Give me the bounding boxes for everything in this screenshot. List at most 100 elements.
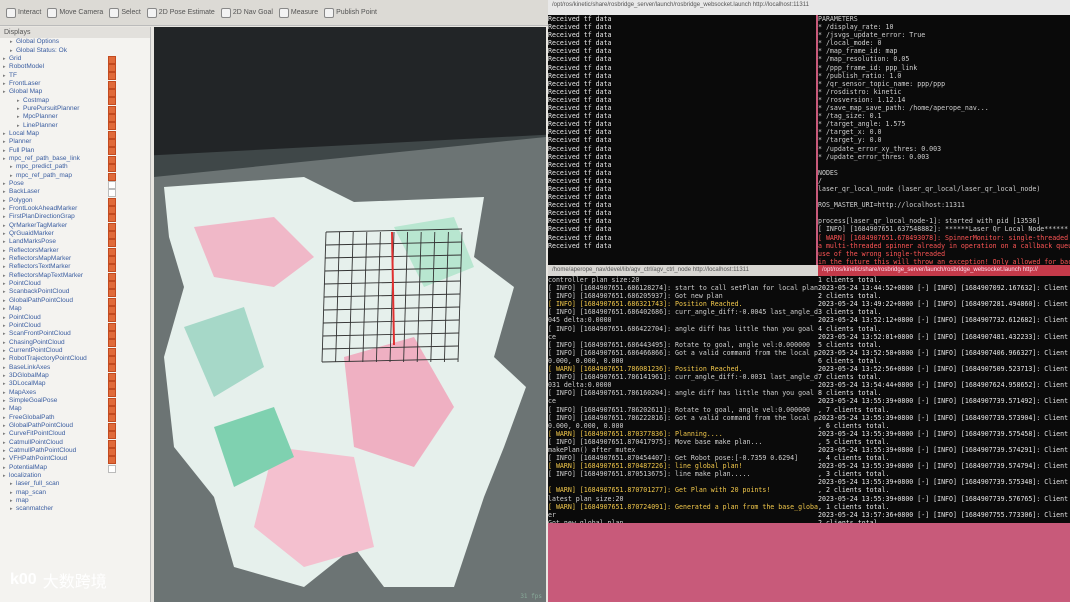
display-item-label: FreeGlobalPath [9,413,55,421]
terminal-line: 2023-05-24 13:54:44+0800 [-] [INFO] [168… [818,381,1070,390]
display-item[interactable]: ▸ RobotModel [0,63,150,73]
toolbar-tool-2[interactable]: Select [109,7,141,18]
display-item[interactable]: ▸ QrGuaidMarker [0,230,150,239]
terminal-line: , 1 clients total. [818,502,890,511]
display-item-label: PointCloud [9,280,41,288]
display-item-label: FirstPlanDirectionGrap [9,213,75,221]
terminal-tf-receiver[interactable]: Received tf data Received tf data Received… [548,15,816,265]
toolbar-tool-0[interactable]: Interact [6,7,41,18]
display-item[interactable]: ▸ map [0,497,150,505]
display-item[interactable]: ▸ RobotTrajectoryPointCloud [0,355,150,365]
display-item[interactable]: ▸ Map [0,405,150,415]
display-item[interactable]: ▸ ReflectorsMapTextMarker [0,272,150,281]
terminal-line: 4 clients total. [818,324,882,333]
toolbar-tool-1[interactable]: Move Camera [47,7,103,18]
display-item[interactable]: ▸ PotentialMap [0,464,150,473]
display-item[interactable]: ▸ ReflectorsMarker [0,247,150,256]
terminal-line: 2023-05-24 13:52:01+0800 [-] [INFO] [168… [818,332,1070,341]
display-item[interactable]: ▸ ScanbackPointCloud [0,288,150,298]
display-item[interactable]: ▸ PointCloud [0,280,150,289]
terminal-line: , 6 clients total. [818,421,890,430]
display-item[interactable]: ▸ 3DLocalMap [0,380,150,390]
display-item[interactable]: ▸ 3DGlobalMap [0,372,150,381]
display-item[interactable]: ▸ mpc_ref_path_map [0,172,150,181]
display-item[interactable]: ▸ scanmatcher [0,505,150,513]
display-item[interactable]: ▸ Grid [0,55,150,64]
display-item[interactable]: ▸ VFHPathPointCloud [0,455,150,465]
display-item[interactable]: ▸ Map [0,305,150,314]
terminal-line: a multi-threaded spinner already in oper… [818,241,1070,250]
display-item[interactable]: ▸ LandMarksPose [0,238,150,248]
display-item[interactable]: ▸ SimpleGoalPose [0,397,150,406]
display-item[interactable]: ▸ PurePursuitPlanner [0,105,150,114]
display-item[interactable]: ▸ laser_full_scan [0,480,150,488]
display-item-label: PointCloud [9,313,41,321]
display-item-label: MapAxes [9,388,37,396]
display-item-label: ReflectorsMapMarker [9,255,72,263]
toolbar-tool-5[interactable]: Measure [278,7,319,18]
display-item[interactable]: ▸ CatmullPathPointCloud [0,447,150,456]
terminal-line: * /map_frame_id: map [818,47,898,56]
display-item[interactable]: ▸ CurrentPointCloud [0,347,150,356]
display-item[interactable]: ▸ mpc_ref_path_base_link [0,155,150,164]
display-item[interactable]: ▸ Costmap [0,96,150,106]
display-item[interactable]: ▸ ReflectorsMapMarker [0,255,150,264]
display-item[interactable]: ▸ mpc_predict_path [0,163,150,173]
terminal-line: [ INFO] [1684907651.686422704]: angle di… [548,324,818,333]
3d-viewport[interactable]: 31 fps [154,27,546,602]
display-item-label: TF [9,71,17,79]
display-item[interactable]: ▸ Global Map [0,88,150,98]
toolbar-tool-label: Measure [290,9,319,16]
display-item-label: GlobalPathPointCloud [9,421,73,429]
display-item-label: Full Plan [9,146,35,154]
toolbar-tool-3[interactable]: 2D Pose Estimate [146,7,215,18]
display-item[interactable]: ▸ QrMarkerTagMarker [0,222,150,231]
display-item[interactable]: ▸ BackLaser [0,188,150,198]
terminal-agv-ctrl-window: /home/aperope_nav/devel/lib/agv_ctrl/agv… [548,265,818,523]
display-item[interactable]: ▸ LinePlanner [0,121,150,131]
display-item[interactable]: ▸ PointCloud [0,322,150,331]
terminal-line: * /display_rate: 10 [818,23,894,32]
tool-icon [220,7,231,18]
terminal-line: 3 clients total. [818,308,882,317]
display-item[interactable]: ▸ CurveFitPointCloud [0,430,150,440]
display-item[interactable]: ▸ Global Status: Ok [0,46,150,54]
toolbar-tool-6[interactable]: Publish Point [324,7,377,18]
display-item[interactable]: ▸ FirstPlanDirectionGrap [0,213,150,223]
terminal-line: in the future this will throw an excepti… [818,257,1070,265]
display-item[interactable]: ▸ CatmullPointCloud [0,439,150,448]
terminal-line: 2023-05-24 13:55:39+0800 [-] [INFO] [168… [818,429,1070,438]
terminal-line: process[laser_qr_local_node-1]: started … [818,217,1041,226]
display-item[interactable]: ▸ TF [0,71,150,81]
terminal-laser-qr-local[interactable]: PARAMETERS * /display_rate: 10 * /jsvgs_… [818,15,1070,265]
display-item[interactable]: ▸ GlobalPathPointCloud [0,297,150,306]
display-item[interactable]: ▸ Global Options [0,38,150,46]
display-item[interactable]: ▸ FrontLookAheadMarker [0,205,150,214]
toolbar-tool-label: 2D Nav Goal [232,9,273,16]
terminal-agv-ctrl[interactable]: controller plan size:20[ INFO] [16849076… [548,276,818,523]
display-item[interactable]: ▸ Polygon [0,197,150,206]
terminal-line: PARAMETERS [818,15,858,23]
display-item[interactable]: ▸ map_scan [0,489,150,497]
terminal-rosbridge[interactable]: 1 clients total. 2023-05-24 13:44:52+0800… [818,276,1070,523]
display-item[interactable]: ▸ localization [0,472,150,480]
display-item[interactable]: ▸ GlobalPathPointCloud [0,421,150,431]
display-item[interactable]: ▸ Full Plan [0,146,150,156]
display-item[interactable]: ▸ Pose [0,180,150,189]
display-item[interactable]: ▸ MapAxes [0,388,150,398]
display-item[interactable]: ▸ PointCloud [0,313,150,323]
display-item[interactable]: ▸ FreeGlobalPath [0,413,150,423]
terminal-line: Received tf data [548,201,612,210]
display-item[interactable]: ▸ MpcPlanner [0,113,150,123]
terminal-strip-title: /opt/ros/kinetic/share/rosbridge_server/… [548,0,1070,15]
display-item[interactable]: ▸ ChasingPointCloud [0,338,150,348]
toolbar-tool-4[interactable]: 2D Nav Goal [220,7,273,18]
display-item[interactable]: ▸ FrontLaser [0,80,150,89]
display-item[interactable]: ▸ ScanFrontPointCloud [0,330,150,340]
terminal-line: 2023-05-24 13:57:36+0800 [-] [INFO] [168… [818,510,1070,519]
display-item[interactable]: ▸ Planner [0,138,150,148]
display-item[interactable]: ▸ Local Map [0,130,150,139]
display-item[interactable]: ▸ ReflectorsTextMarker [0,263,150,273]
display-item[interactable]: ▸ BaseLinkAxes [0,363,150,373]
